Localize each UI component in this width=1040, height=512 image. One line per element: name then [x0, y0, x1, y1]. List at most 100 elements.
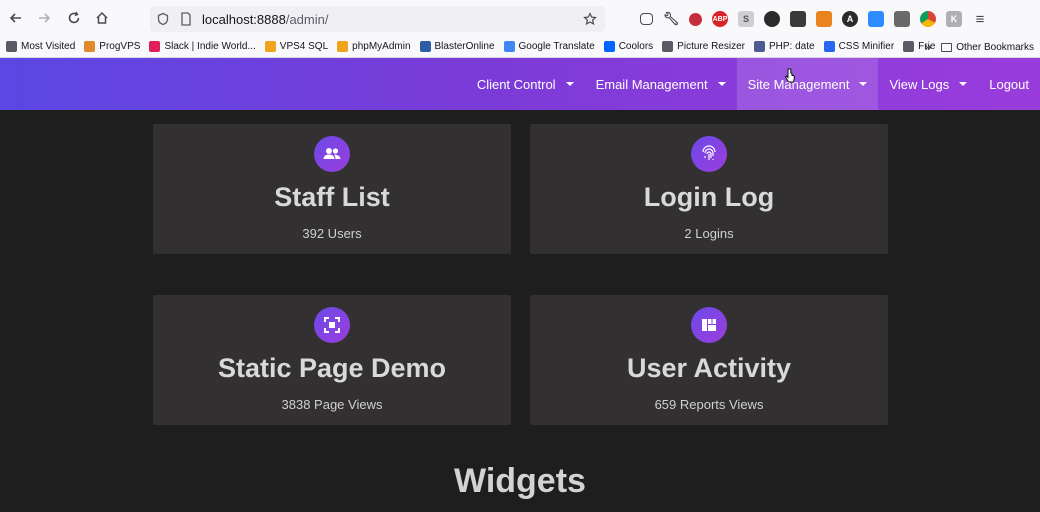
pointer-cursor-icon — [784, 68, 796, 89]
dashboard-icon — [691, 307, 727, 343]
card-staff-list[interactable]: Staff List 392 Users — [153, 124, 511, 254]
bookmark-item[interactable]: Slack | Indie World... — [149, 41, 256, 52]
nav-item-label: Logout — [989, 76, 1029, 92]
other-bookmarks-label: Other Bookmarks — [956, 41, 1034, 53]
card-subtitle: 2 Logins — [684, 226, 734, 241]
card-static-page-demo[interactable]: Static Page Demo 3838 Page Views — [153, 295, 511, 425]
bookmark-label: Google Translate — [518, 41, 595, 52]
extension-red-icon[interactable] — [689, 12, 702, 26]
bookmark-item[interactable]: VPS4 SQL — [264, 41, 329, 52]
nav-item-label: Email Management — [595, 76, 708, 92]
widgets-heading: Widgets — [454, 462, 586, 500]
bookmark-item[interactable]: Most Visited — [6, 41, 75, 52]
site-navbar: Client Control Email Management Site Manag… — [0, 58, 1040, 110]
wrench-icon[interactable]: 🔧︎ — [663, 11, 680, 27]
extension-s-icon[interactable]: S — [738, 11, 754, 27]
bookmark-favicon-icon — [823, 41, 835, 52]
chevron-double-right-icon[interactable]: » — [925, 40, 932, 54]
url-text[interactable]: localhost:8888/admin/ — [202, 12, 328, 27]
url-path: /admin/ — [285, 11, 329, 27]
caret-down-icon — [565, 82, 574, 86]
nav-item-email-management[interactable]: Email Management — [585, 58, 737, 110]
star-bookmark-icon[interactable] — [583, 12, 597, 26]
bookmark-item[interactable]: Google Translate — [503, 41, 595, 52]
extension-toggle-icon[interactable] — [790, 11, 806, 27]
bookmark-label: Most Visited — [21, 41, 76, 52]
nav-item-logout[interactable]: Logout — [978, 58, 1040, 110]
bookmark-label: CSS Minifier — [838, 41, 895, 52]
bookmark-label: BlasterOnline — [434, 41, 495, 52]
bookmark-favicon-icon — [419, 41, 431, 52]
nav-item-client-control[interactable]: Client Control — [466, 58, 585, 110]
card-subtitle: 659 Reports Views — [654, 397, 764, 412]
bookmark-label: Coolors — [618, 41, 654, 52]
bookmark-item[interactable]: PHP: date — [753, 41, 815, 52]
home-icon — [96, 11, 108, 24]
fullscreen-icon — [314, 307, 350, 343]
bookmark-label: Slack | Indie World... — [164, 41, 256, 52]
page-icon — [181, 12, 191, 26]
bookmark-favicon-icon — [603, 41, 615, 52]
bookmark-item[interactable]: ProgVPS — [84, 41, 140, 52]
bookmark-favicon-icon — [6, 41, 17, 52]
forward-button[interactable] — [30, 4, 58, 32]
bookmark-favicon-icon — [264, 41, 276, 52]
address-bar[interactable]: localhost:8888/admin/ — [150, 6, 605, 32]
extension-a-icon[interactable]: A — [842, 11, 858, 27]
nav-item-view-logs[interactable]: View Logs — [878, 58, 978, 110]
card-title: Login Log — [643, 182, 775, 212]
extension-feather-icon[interactable] — [894, 11, 910, 27]
nav-item-label: View Logs — [889, 76, 950, 92]
adblock-icon[interactable]: ABP — [712, 11, 728, 27]
bookmark-favicon-icon — [503, 41, 515, 52]
bookmark-favicon-icon — [662, 41, 674, 52]
card-subtitle: 3838 Page Views — [281, 397, 383, 412]
home-button[interactable] — [88, 4, 116, 32]
caret-down-icon — [717, 82, 726, 86]
reload-icon — [68, 11, 80, 24]
metamask-icon[interactable] — [816, 11, 832, 27]
card-title: Staff List — [274, 182, 390, 212]
back-button[interactable] — [2, 4, 30, 32]
bookmark-favicon-icon — [84, 41, 96, 52]
card-title: Static Page Demo — [217, 353, 447, 383]
bookmark-label: phpMyAdmin — [352, 41, 411, 52]
reload-button[interactable] — [60, 4, 88, 32]
chrome-icon[interactable] — [920, 11, 936, 27]
nav-item-label: Site Management — [747, 76, 850, 92]
extension-dark-icon[interactable] — [764, 11, 780, 27]
back-arrow-icon — [9, 13, 21, 23]
forward-arrow-icon — [39, 13, 51, 23]
extensions-bar: 🔧︎ ABP S A K ≡ — [640, 8, 988, 30]
caret-down-icon — [959, 82, 968, 86]
zoom-icon[interactable] — [868, 11, 884, 27]
fingerprint-icon — [691, 136, 727, 172]
extension-k-icon[interactable]: K — [946, 11, 962, 27]
bookmark-item[interactable]: BlasterOnline — [419, 41, 495, 52]
bookmark-label: VPS4 SQL — [279, 41, 329, 52]
bookmark-item[interactable]: phpMyAdmin — [337, 41, 411, 52]
bookmark-label: ProgVPS — [99, 41, 141, 52]
pocket-icon[interactable] — [640, 13, 653, 25]
url-host: localhost:8888 — [202, 11, 286, 27]
bookmark-item[interactable]: Picture Resizer — [662, 41, 745, 52]
folder-icon — [941, 42, 953, 52]
nav-item-site-management[interactable]: Site Management — [736, 58, 879, 110]
people-icon — [314, 136, 350, 172]
hamburger-menu-icon[interactable]: ≡ — [972, 11, 988, 28]
nav-menu: Client Control Email Management Site Manag… — [466, 58, 1040, 110]
browser-toolbar: localhost:8888/admin/ 🔧︎ ABP S A K ≡ — [0, 0, 1040, 36]
bookmark-favicon-icon — [903, 41, 915, 52]
caret-down-icon — [859, 82, 868, 86]
shield-icon — [157, 12, 169, 26]
other-bookmarks[interactable]: » Other Bookmarks — [925, 36, 1035, 58]
nav-item-label: Client Control — [476, 76, 556, 92]
bookmark-favicon-icon — [337, 41, 349, 52]
bookmarks-toolbar: Most Visited ProgVPS Slack | Indie World..… — [0, 36, 1040, 58]
bookmark-favicon-icon — [753, 41, 765, 52]
bookmark-item[interactable]: Coolors — [603, 41, 654, 52]
bookmark-label: Picture Resizer — [677, 41, 745, 52]
card-login-log[interactable]: Login Log 2 Logins — [530, 124, 888, 254]
bookmark-item[interactable]: CSS Minifier — [823, 41, 895, 52]
card-user-activity[interactable]: User Activity 659 Reports Views — [530, 295, 888, 425]
